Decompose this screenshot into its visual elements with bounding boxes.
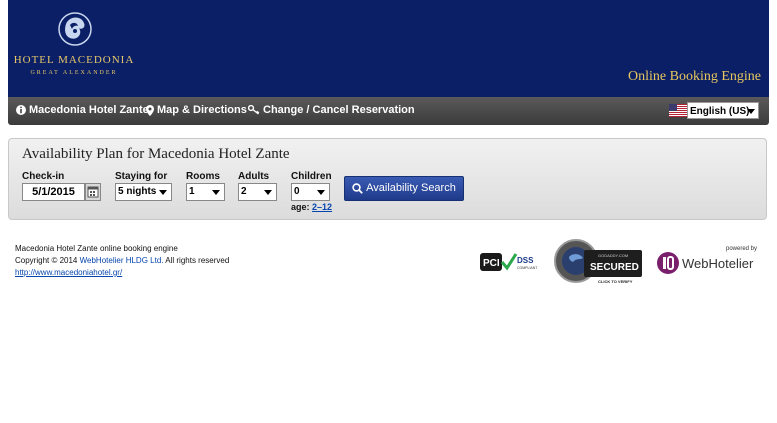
logo-subtitle: GREAT ALEXANDER	[30, 70, 118, 76]
availability-search-panel: Availability Plan for Macedonia Hotel Za…	[8, 138, 767, 220]
calendar-icon	[87, 186, 99, 198]
age-label: age:	[291, 202, 310, 212]
children-select[interactable]: 0	[291, 183, 330, 201]
availability-search-label: Availability Search	[366, 182, 456, 194]
nav-item-hotel-info[interactable]: Macedonia Hotel Zante	[16, 97, 149, 125]
nights-select[interactable]: 5 nights	[115, 183, 172, 201]
calendar-button[interactable]	[85, 183, 101, 201]
hotel-logo[interactable]: HOTEL MACEDONIA GREAT ALEXANDER	[13, 6, 135, 84]
svg-text:DSS: DSS	[517, 256, 534, 265]
webhotelier-logo-icon[interactable]: powered by WebHotelier	[656, 242, 763, 276]
godaddy-secured-seal-icon[interactable]: GODADDY.COM SECURED CLICK TO VERIFY	[554, 238, 644, 285]
nav-item-label: Change / Cancel Reservation	[263, 104, 415, 116]
company-link[interactable]: WebHotelier HLDG Ltd.	[80, 256, 164, 265]
pci-sub-text: COMPLIANT	[517, 266, 538, 270]
logo-title: HOTEL MACEDONIA	[13, 54, 135, 66]
nights-value: 5 nights	[118, 186, 157, 197]
key-icon	[247, 104, 260, 115]
staying-label: Staying for	[115, 171, 168, 182]
seal-bottom-text: CLICK TO VERIFY	[598, 279, 633, 284]
language-selector[interactable]: English (US)	[669, 102, 761, 120]
webhotelier-text: WebHotelier	[682, 256, 754, 271]
children-age-note: age: 2–12	[291, 202, 332, 212]
chevron-down-icon	[317, 190, 325, 195]
nav-bar: Macedonia Hotel Zante Map & Directions C…	[8, 97, 769, 125]
info-icon	[16, 105, 26, 116]
rooms-select[interactable]: 1	[186, 183, 225, 201]
rooms-value: 1	[189, 186, 195, 197]
seal-main-text: SECURED	[590, 262, 639, 273]
checkin-label: Check-in	[22, 171, 65, 182]
rooms-label: Rooms	[186, 171, 220, 182]
chevron-down-icon	[747, 109, 755, 114]
nav-item-label: Macedonia Hotel Zante	[29, 104, 149, 116]
adults-select[interactable]: 2	[238, 183, 277, 201]
us-flag-icon	[669, 104, 687, 117]
seal-top-text: GODADDY.COM	[598, 253, 628, 258]
panel-title: Availability Plan for Macedonia Hotel Za…	[22, 146, 290, 162]
children-value: 0	[294, 186, 300, 197]
children-label: Children	[291, 171, 332, 182]
chevron-down-icon	[159, 190, 167, 195]
pci-dss-badge-icon[interactable]: PCI DSS COMPLIANT	[480, 250, 542, 274]
footer-copyright: Copyright © 2014 WebHotelier HLDG Ltd. A…	[15, 256, 229, 265]
chevron-down-icon	[212, 190, 220, 195]
adults-value: 2	[241, 186, 247, 197]
adults-label: Adults	[238, 171, 270, 182]
rights-text: All rights reserved	[165, 256, 230, 265]
header-banner: HOTEL MACEDONIA GREAT ALEXANDER Online B…	[8, 0, 769, 97]
availability-search-button[interactable]: Availability Search	[344, 176, 464, 201]
powered-by-text: powered by	[726, 246, 757, 252]
language-dropdown[interactable]: English (US)	[687, 102, 759, 119]
language-value: English (US)	[690, 106, 750, 117]
nav-item-change-cancel[interactable]: Change / Cancel Reservation	[247, 97, 415, 125]
engine-title: Online Booking Engine	[628, 69, 761, 84]
search-icon	[352, 182, 363, 194]
alexander-emblem-icon	[58, 12, 92, 46]
nav-item-label: Map & Directions	[157, 104, 247, 116]
svg-text:PCI: PCI	[483, 258, 500, 269]
hotel-website-link[interactable]: http://www.macedoniahotel.gr/	[15, 268, 122, 277]
map-marker-icon	[146, 104, 154, 116]
copyright-text: Copyright © 2014	[15, 256, 78, 265]
footer-description: Macedonia Hotel Zante online booking eng…	[15, 244, 178, 253]
age-range-link[interactable]: 2–12	[312, 202, 332, 212]
chevron-down-icon	[264, 190, 272, 195]
checkin-date-field[interactable]: 5/1/2015	[22, 183, 85, 201]
nav-item-map-directions[interactable]: Map & Directions	[146, 97, 247, 125]
